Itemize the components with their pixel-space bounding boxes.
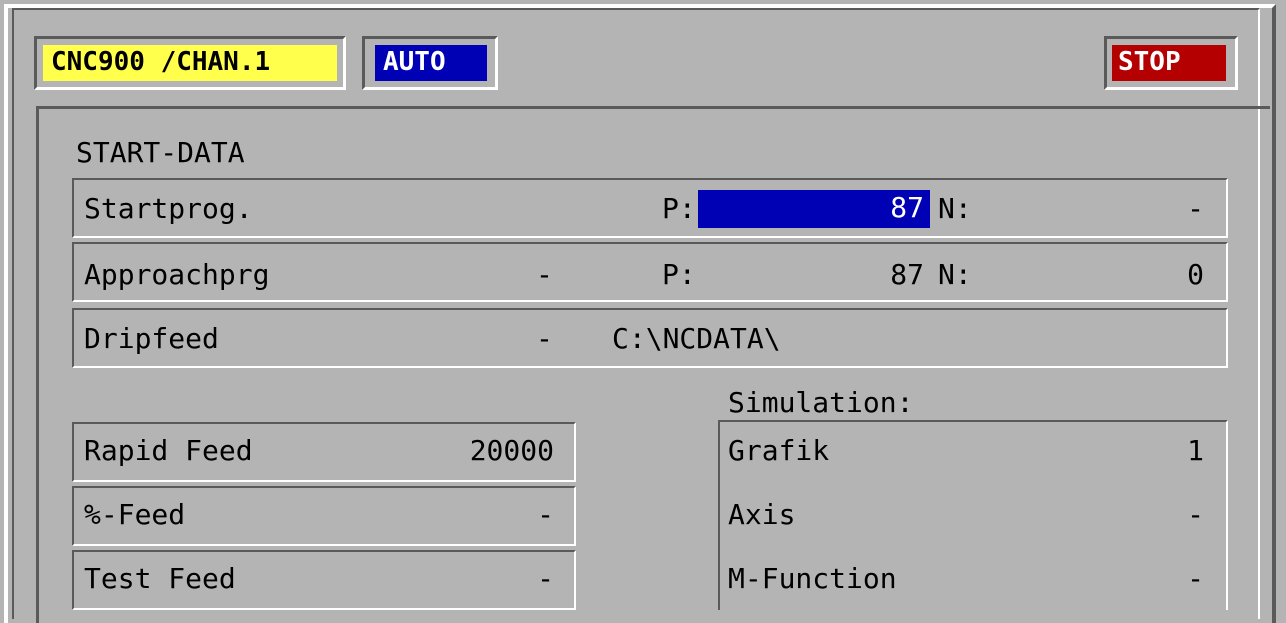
startprog-p-label: P: xyxy=(662,192,696,225)
mode-badge: AUTO xyxy=(375,45,487,81)
simulation-title: Simulation: xyxy=(728,386,914,419)
sim-grafik-value: 1 xyxy=(1187,434,1204,467)
start-data-title: START-DATA xyxy=(76,136,245,169)
approachprg-n-value: 0 xyxy=(1187,258,1204,291)
startprog-p-input[interactable]: 87 xyxy=(698,190,930,228)
startprog-p-value: 87 xyxy=(890,191,924,224)
percent-feed-label: %-Feed xyxy=(84,498,186,531)
percent-feed-value: - xyxy=(537,498,554,531)
startprog-n-value: - xyxy=(1187,192,1204,225)
sim-m-function-value: - xyxy=(1187,562,1204,595)
sim-axis-label[interactable]: Axis xyxy=(728,498,795,532)
startprog-n-label: N: xyxy=(938,192,972,225)
approachprg-p-value: 87 xyxy=(890,258,924,291)
sim-axis-value: - xyxy=(1187,498,1204,531)
test-feed-label: Test Feed xyxy=(84,562,236,595)
rapid-feed-label: Rapid Feed xyxy=(84,434,253,467)
rapid-feed-value: 20000 xyxy=(469,434,554,467)
channel-badge: CNC900 /CHAN.1 xyxy=(43,45,337,81)
sim-grafik-label[interactable]: Grafik xyxy=(728,434,829,468)
approachprg-flag: - xyxy=(536,258,553,291)
sim-m-function-label[interactable]: M-Function xyxy=(728,562,897,596)
dripfeed-path: C:\NCDATA\ xyxy=(612,322,781,355)
test-feed-value: - xyxy=(537,562,554,595)
approachprg-label: Approachprg xyxy=(84,258,270,291)
dripfeed-flag: - xyxy=(536,322,553,355)
approachprg-n-label: N: xyxy=(938,258,972,291)
startprog-label: Startprog. xyxy=(84,192,253,225)
status-badge: STOP xyxy=(1112,45,1226,81)
approachprg-p-label: P: xyxy=(662,258,696,291)
dripfeed-label: Dripfeed xyxy=(84,322,219,355)
